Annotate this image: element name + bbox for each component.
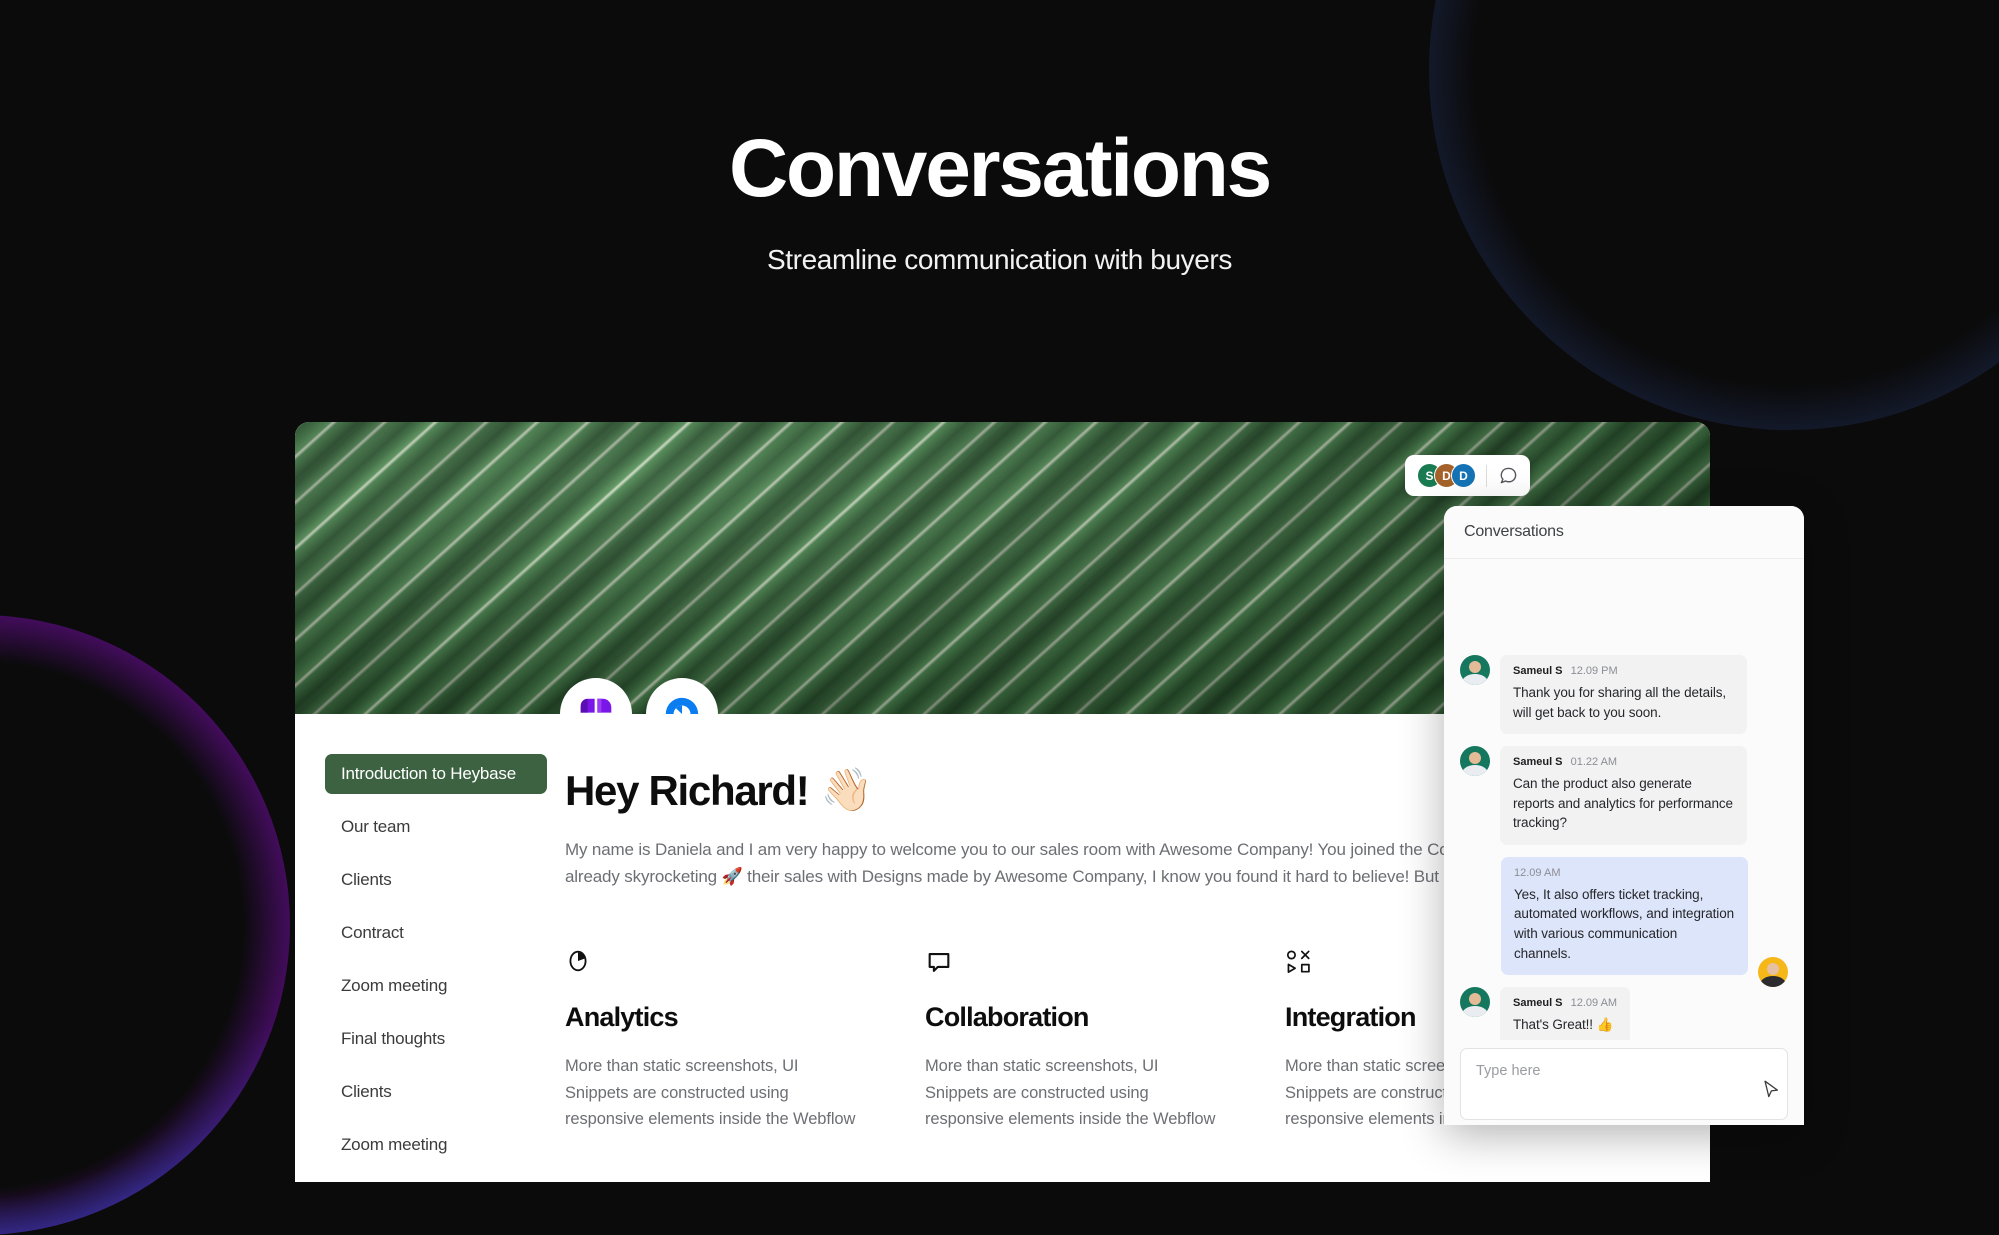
background-orb-left bbox=[0, 615, 290, 1235]
message-time: 12.09 AM bbox=[1570, 997, 1618, 1010]
presence-avatar[interactable]: D bbox=[1451, 463, 1476, 488]
conversations-panel: Conversations Sameul S 12.09 PM Thank yo… bbox=[1444, 506, 1804, 1125]
heybase-logo[interactable] bbox=[560, 678, 632, 714]
message-meta: Sameul S 12.09 AM bbox=[1513, 997, 1617, 1009]
sidebar-item-zoom-meeting-2[interactable]: Zoom meeting bbox=[325, 1125, 547, 1165]
message-text: That's Great!! 👍 bbox=[1513, 1017, 1614, 1033]
chat-bubble-icon[interactable] bbox=[1499, 466, 1518, 485]
speech-bubble-icon bbox=[925, 948, 1225, 982]
sidebar-item-final-thoughts[interactable]: Final thoughts bbox=[325, 1019, 547, 1059]
blue-circle-icon bbox=[665, 697, 699, 714]
message-meta: Sameul S 12.09 PM bbox=[1513, 665, 1734, 677]
sidebar-item-clients[interactable]: Clients bbox=[325, 860, 547, 900]
message-text: Thank you for sharing all the details, w… bbox=[1513, 685, 1727, 720]
chat-message-list[interactable]: Sameul S 12.09 PM Thank you for sharing … bbox=[1444, 559, 1804, 1040]
message-bubble: Sameul S 12.09 AM That's Great!! 👍 bbox=[1500, 987, 1631, 1040]
chat-message-incoming: Sameul S 12.09 AM That's Great!! 👍 bbox=[1460, 987, 1788, 1040]
message-time: 12.09 AM bbox=[1514, 866, 1561, 879]
message-sender: Sameul S bbox=[1513, 756, 1563, 769]
page-title: Conversations bbox=[729, 123, 1272, 214]
sidebar-nav: Introduction to Heybase Our team Clients… bbox=[295, 714, 565, 1182]
message-input[interactable] bbox=[1460, 1048, 1788, 1120]
divider bbox=[1486, 464, 1487, 487]
page-subtitle: Streamline communication with buyers bbox=[767, 244, 1232, 275]
message-meta: 12.09 AM bbox=[1514, 867, 1735, 879]
male-avatar bbox=[1460, 987, 1490, 1018]
chat-message-outgoing: 12.09 AM Yes, It also offers ticket trac… bbox=[1460, 856, 1788, 988]
chat-composer bbox=[1444, 1040, 1804, 1125]
brand-logos bbox=[560, 678, 718, 714]
message-meta: Sameul S 01.22 AM bbox=[1513, 756, 1734, 768]
partner-logo[interactable] bbox=[646, 678, 718, 714]
presence-avatars: S D D bbox=[1417, 463, 1476, 488]
presence-pill[interactable]: S D D bbox=[1405, 455, 1530, 496]
message-time: 12.09 PM bbox=[1570, 665, 1618, 677]
sidebar-item-introduction-to-heybase[interactable]: Introduction to Heybase bbox=[325, 754, 547, 794]
message-text: Can the product also generate reports an… bbox=[1513, 776, 1733, 831]
message-bubble: Sameul S 12.09 PM Thank you for sharing … bbox=[1500, 655, 1747, 735]
feature-analytics: Analytics More than static screenshots, … bbox=[565, 948, 865, 1133]
sidebar-item-our-team[interactable]: Our team bbox=[325, 807, 547, 847]
greeting-text: Hey Richard! bbox=[565, 766, 810, 814]
feature-body: More than static screenshots, UI Snippet… bbox=[925, 1057, 1216, 1129]
message-bubble: 12.09 AM Yes, It also offers ticket trac… bbox=[1501, 856, 1748, 976]
male-avatar bbox=[1460, 655, 1490, 685]
message-time: 01.22 AM bbox=[1570, 756, 1618, 769]
sidebar-item-zoom-meeting[interactable]: Zoom meeting bbox=[325, 966, 547, 1006]
feature-title: Collaboration bbox=[925, 1002, 1089, 1033]
sidebar-item-contract[interactable]: Contract bbox=[325, 913, 547, 953]
chat-message-incoming: Sameul S 12.09 PM Thank you for sharing … bbox=[1460, 655, 1788, 735]
clover-grid-icon bbox=[580, 698, 612, 713]
message-bubble: Sameul S 01.22 AM Can the product also g… bbox=[1500, 746, 1747, 845]
message-sender: Sameul S bbox=[1513, 665, 1563, 677]
hero-section: Conversations Streamline communication w… bbox=[0, 128, 1999, 276]
female-avatar bbox=[1758, 957, 1788, 988]
message-text: Yes, It also offers ticket tracking, aut… bbox=[1514, 886, 1735, 961]
message-sender: Sameul S bbox=[1513, 997, 1563, 1010]
feature-title: Analytics bbox=[565, 1002, 679, 1033]
male-avatar bbox=[1460, 746, 1490, 777]
background-orb-left-glow bbox=[0, 615, 290, 1235]
waving-hand-icon: 👋🏻 bbox=[820, 766, 872, 813]
chat-panel-title: Conversations bbox=[1444, 506, 1804, 559]
chat-message-incoming: Sameul S 01.22 AM Can the product also g… bbox=[1460, 746, 1788, 845]
cursor-arrow-icon[interactable] bbox=[1760, 1078, 1782, 1105]
feature-body: More than static screenshots, UI Snippet… bbox=[565, 1057, 856, 1129]
feature-collaboration: Collaboration More than static screensho… bbox=[925, 948, 1225, 1133]
sidebar-item-clients-2[interactable]: Clients bbox=[325, 1072, 547, 1112]
pie-chart-icon bbox=[565, 948, 865, 982]
